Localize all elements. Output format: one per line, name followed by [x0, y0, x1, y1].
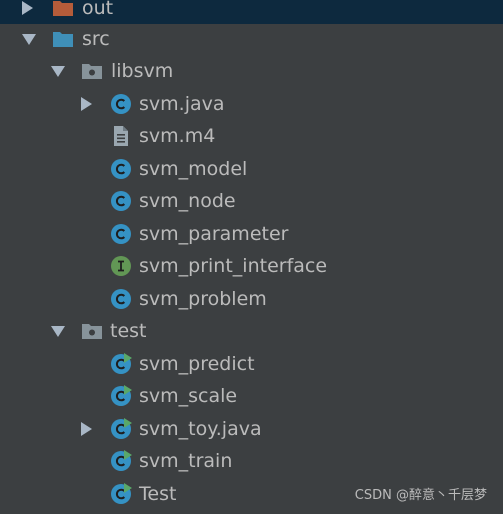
tree-item-svm-predict[interactable]: svm_predict — [0, 348, 503, 380]
tree-item-svm-scale[interactable]: svm_scale — [0, 380, 503, 412]
tree-item-label: libsvm — [111, 60, 174, 82]
tree-item-label: out — [82, 0, 114, 19]
java-runnable-class-icon — [111, 450, 132, 471]
expand-arrow-icon[interactable] — [22, 1, 33, 15]
package-folder-icon — [82, 324, 102, 339]
excluded-folder-icon — [53, 1, 73, 16]
tree-item-label: Test — [139, 483, 177, 505]
tree-item-libsvm[interactable]: libsvm — [0, 55, 503, 87]
tree-item-label: svm_print_interface — [139, 255, 328, 277]
tree-item-label: svm_model — [139, 158, 248, 180]
project-tree: out src libsvm svm.java svm.m4 svm_model… — [0, 0, 503, 514]
tree-item-src[interactable]: src — [0, 23, 503, 55]
java-runnable-class-icon — [111, 385, 132, 406]
java-class-icon — [111, 94, 131, 114]
tree-item-svm-problem[interactable]: svm_problem — [0, 283, 503, 315]
tree-item-label: svm.m4 — [139, 125, 216, 147]
package-folder-icon — [82, 64, 102, 79]
tree-item-svm-node[interactable]: svm_node — [0, 185, 503, 217]
java-class-icon — [111, 159, 131, 179]
tree-item-label: svm_scale — [139, 385, 238, 407]
tree-item-svm-java[interactable]: svm.java — [0, 88, 503, 120]
tree-item-svm-parameter[interactable]: svm_parameter — [0, 218, 503, 250]
java-class-icon — [111, 289, 131, 309]
java-class-icon — [111, 224, 131, 244]
java-interface-icon — [111, 256, 131, 276]
java-runnable-class-icon — [111, 483, 132, 504]
tree-item-label: test — [110, 320, 147, 342]
java-runnable-class-icon — [111, 418, 132, 439]
tree-item-label: svm_node — [139, 190, 236, 212]
tree-item-label: svm_toy.java — [139, 418, 262, 440]
expand-arrow-icon[interactable] — [81, 422, 92, 436]
tree-item-svm-toy-java[interactable]: svm_toy.java — [0, 413, 503, 445]
collapse-arrow-icon[interactable] — [51, 326, 65, 337]
watermark: CSDN @醉意丶千层梦 — [354, 488, 487, 503]
tree-item-label: svm_problem — [139, 288, 267, 310]
tree-item-label: svm_predict — [139, 353, 255, 375]
tree-item-label: svm.java — [139, 93, 225, 115]
tree-item-test[interactable]: test — [0, 315, 503, 347]
collapse-arrow-icon[interactable] — [22, 34, 36, 45]
expand-arrow-icon[interactable] — [81, 97, 92, 111]
text-file-icon — [114, 126, 128, 146]
tree-item-svm-train[interactable]: svm_train — [0, 445, 503, 477]
tree-item-label: src — [82, 28, 110, 50]
tree-item-out[interactable]: out — [0, 0, 503, 24]
tree-item-svm-print-interface[interactable]: svm_print_interface — [0, 250, 503, 282]
tree-item-svm-m4[interactable]: svm.m4 — [0, 120, 503, 152]
java-class-icon — [111, 191, 131, 211]
tree-item-svm-model[interactable]: svm_model — [0, 153, 503, 185]
collapse-arrow-icon[interactable] — [51, 66, 65, 77]
tree-item-label: svm_parameter — [139, 223, 289, 245]
java-runnable-class-icon — [111, 353, 132, 374]
source-folder-icon — [53, 32, 73, 47]
tree-item-label: svm_train — [139, 450, 233, 472]
